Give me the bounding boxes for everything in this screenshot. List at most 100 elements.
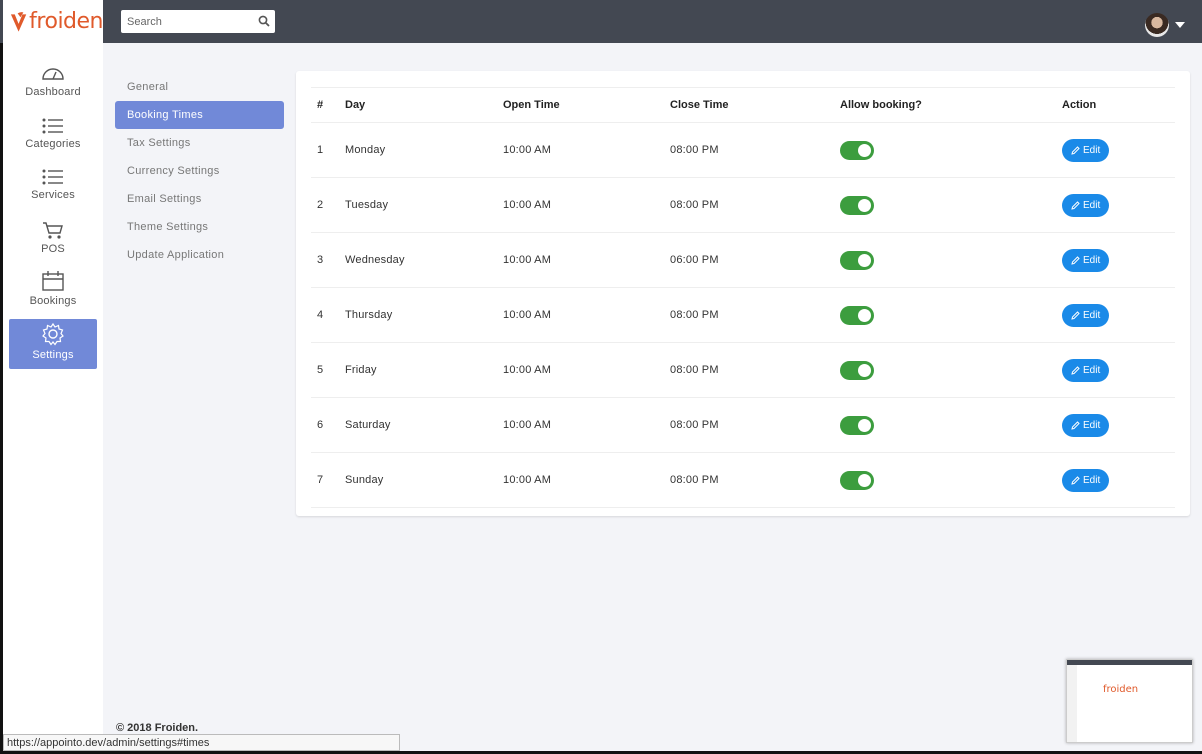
settings-menu-currency-settings[interactable]: Currency Settings bbox=[115, 157, 284, 185]
row-day: Wednesday bbox=[344, 232, 502, 288]
row-action: Edit bbox=[1061, 287, 1175, 343]
search-input[interactable] bbox=[121, 10, 258, 33]
row-allow-booking bbox=[839, 122, 1061, 178]
row-action: Edit bbox=[1061, 452, 1175, 508]
caret-down-icon[interactable] bbox=[1175, 22, 1185, 28]
settings-menu-email-settings[interactable]: Email Settings bbox=[115, 185, 284, 213]
row-close-time: 08:00 PM bbox=[669, 122, 839, 178]
booking-times-table: # Day Open Time Close Time Allow booking… bbox=[311, 87, 1175, 508]
allow-booking-toggle[interactable] bbox=[840, 250, 874, 270]
row-action: Edit bbox=[1061, 397, 1175, 453]
table-row: 3 Wednesday 10:00 AM 06:00 PM Edit bbox=[311, 232, 1175, 288]
allow-booking-toggle[interactable] bbox=[840, 360, 874, 380]
row-allow-booking bbox=[839, 232, 1061, 288]
row-close-time: 08:00 PM bbox=[669, 342, 839, 398]
header-allow-booking: Allow booking? bbox=[839, 87, 1061, 123]
row-allow-booking bbox=[839, 287, 1061, 343]
allow-booking-toggle[interactable] bbox=[840, 195, 874, 215]
settings-menu-theme-settings[interactable]: Theme Settings bbox=[115, 213, 284, 241]
row-open-time: 10:00 AM bbox=[502, 397, 669, 453]
sidebar-item-label: Categories bbox=[25, 138, 81, 150]
edit-button[interactable]: Edit bbox=[1062, 193, 1110, 217]
allow-booking-toggle[interactable] bbox=[840, 305, 874, 325]
list-icon bbox=[42, 118, 63, 134]
row-close-time: 08:00 PM bbox=[669, 287, 839, 343]
sidebar-item-label: Services bbox=[31, 189, 75, 201]
settings-menu-general[interactable]: General bbox=[115, 73, 284, 101]
edit-button-label: Edit bbox=[1083, 199, 1101, 211]
header-number: # bbox=[311, 87, 344, 123]
list-icon bbox=[42, 169, 63, 185]
allow-booking-toggle[interactable] bbox=[840, 140, 874, 160]
table-row: 5 Friday 10:00 AM 08:00 PM Edit bbox=[311, 342, 1175, 398]
pencil-icon bbox=[1071, 365, 1080, 375]
sidebar-item-dashboard[interactable]: Dashboard bbox=[9, 65, 97, 115]
edit-button[interactable]: Edit bbox=[1062, 303, 1110, 327]
allow-booking-toggle[interactable] bbox=[840, 415, 874, 435]
table-row: 7 Sunday 10:00 AM 08:00 PM Edit bbox=[311, 452, 1175, 508]
edit-button[interactable]: Edit bbox=[1062, 358, 1110, 382]
calendar-icon bbox=[42, 271, 64, 291]
sidebar-item-categories[interactable]: Categories bbox=[9, 117, 97, 167]
row-allow-booking bbox=[839, 452, 1061, 508]
row-day: Monday bbox=[344, 122, 502, 178]
row-open-time: 10:00 AM bbox=[502, 287, 669, 343]
edit-button-label: Edit bbox=[1083, 144, 1101, 156]
sidebar-item-label: POS bbox=[41, 243, 65, 255]
row-number: 4 bbox=[311, 287, 344, 343]
logo-text: froiden bbox=[29, 9, 103, 34]
header-open-time: Open Time bbox=[502, 87, 669, 123]
row-allow-booking bbox=[839, 177, 1061, 233]
sidebar-item-pos[interactable]: POS bbox=[9, 220, 97, 270]
pencil-icon bbox=[1071, 310, 1080, 320]
dashboard-icon bbox=[42, 68, 64, 80]
sidebar-item-services[interactable]: Services bbox=[9, 168, 97, 218]
table-row: 4 Thursday 10:00 AM 08:00 PM Edit bbox=[311, 287, 1175, 343]
logo[interactable]: froiden bbox=[3, 0, 103, 43]
pencil-icon bbox=[1071, 475, 1080, 485]
footer-copyright: © 2018 Froiden. bbox=[116, 722, 199, 734]
row-allow-booking bbox=[839, 397, 1061, 453]
sidebar-item-label: Settings bbox=[32, 349, 74, 361]
sidebar-item-label: Dashboard bbox=[25, 86, 81, 98]
page-thumbnail[interactable]: froiden bbox=[1066, 659, 1193, 743]
row-action: Edit bbox=[1061, 342, 1175, 398]
sidebar-item-settings[interactable]: Settings bbox=[9, 319, 97, 369]
avatar[interactable] bbox=[1145, 13, 1169, 37]
row-open-time: 10:00 AM bbox=[502, 122, 669, 178]
allow-booking-toggle[interactable] bbox=[840, 470, 874, 490]
row-number: 6 bbox=[311, 397, 344, 453]
edit-button-label: Edit bbox=[1083, 474, 1101, 486]
settings-menu: General Booking Times Tax Settings Curre… bbox=[115, 73, 284, 269]
row-day: Thursday bbox=[344, 287, 502, 343]
search-box bbox=[121, 10, 275, 33]
edit-button[interactable]: Edit bbox=[1062, 413, 1110, 437]
row-number: 1 bbox=[311, 122, 344, 178]
settings-menu-update-application[interactable]: Update Application bbox=[115, 241, 284, 269]
row-day: Saturday bbox=[344, 397, 502, 453]
search-icon[interactable] bbox=[258, 15, 270, 27]
edit-button[interactable]: Edit bbox=[1062, 248, 1110, 272]
row-day: Sunday bbox=[344, 452, 502, 508]
edit-button-label: Edit bbox=[1083, 309, 1101, 321]
table-header-row: # Day Open Time Close Time Allow booking… bbox=[311, 87, 1175, 123]
edit-button[interactable]: Edit bbox=[1062, 138, 1110, 162]
row-action: Edit bbox=[1061, 232, 1175, 288]
row-action: Edit bbox=[1061, 177, 1175, 233]
froiden-logo-icon bbox=[10, 11, 27, 32]
edit-button[interactable]: Edit bbox=[1062, 468, 1110, 492]
row-close-time: 06:00 PM bbox=[669, 232, 839, 288]
row-number: 5 bbox=[311, 342, 344, 398]
sidebar-item-bookings[interactable]: Bookings bbox=[9, 270, 97, 320]
row-open-time: 10:00 AM bbox=[502, 342, 669, 398]
edit-button-label: Edit bbox=[1083, 419, 1101, 431]
row-close-time: 08:00 PM bbox=[669, 452, 839, 508]
header-day: Day bbox=[344, 87, 502, 123]
table-row: 1 Monday 10:00 AM 08:00 PM Edit bbox=[311, 122, 1175, 178]
gear-icon bbox=[42, 322, 64, 346]
top-bar: froiden bbox=[0, 0, 1202, 43]
settings-menu-booking-times[interactable]: Booking Times bbox=[115, 101, 284, 129]
row-close-time: 08:00 PM bbox=[669, 397, 839, 453]
settings-menu-tax-settings[interactable]: Tax Settings bbox=[115, 129, 284, 157]
table-row: 2 Tuesday 10:00 AM 08:00 PM Edit bbox=[311, 177, 1175, 233]
